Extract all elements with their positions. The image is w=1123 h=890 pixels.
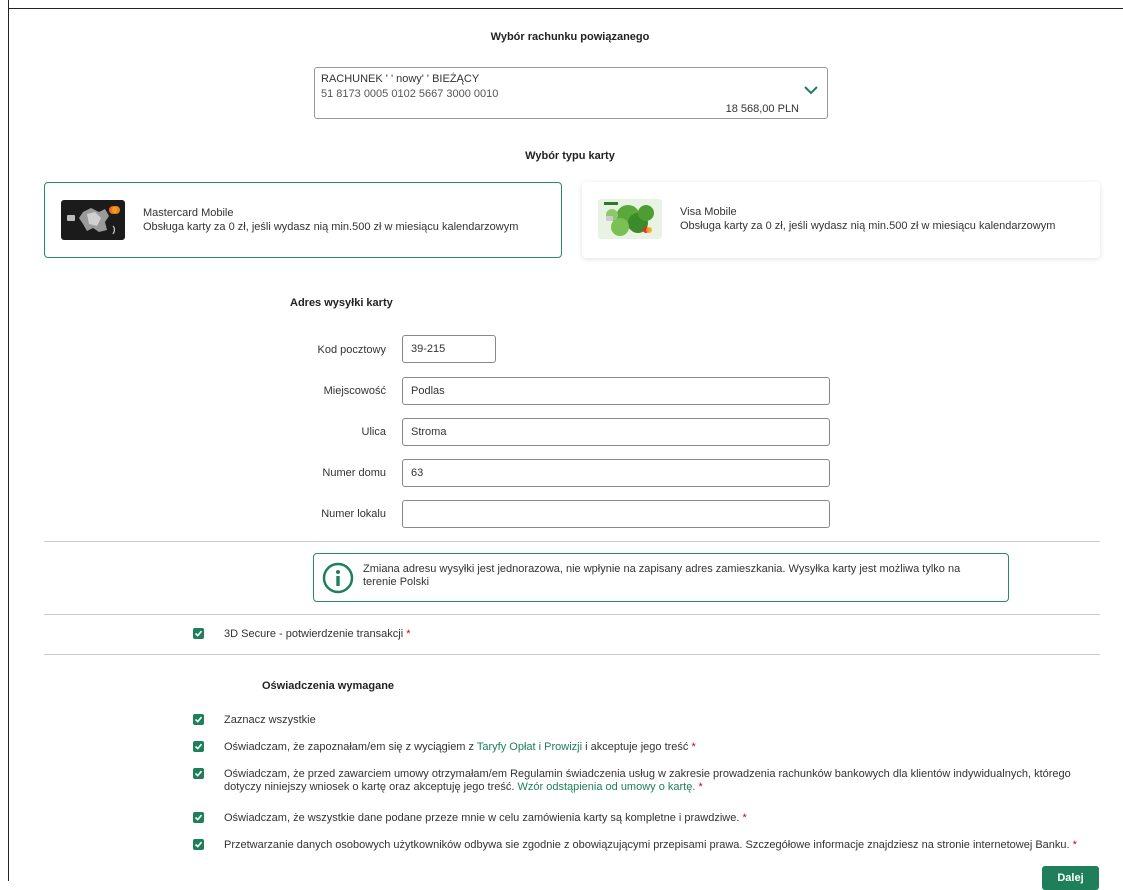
data-processing-declaration-label: Przetwarzanie danych osobowych użytkowni… xyxy=(224,839,1077,851)
address-section-title: Adres wysyłki karty xyxy=(290,297,393,309)
regulations-declaration-checkbox[interactable] xyxy=(193,768,204,779)
window-border-top xyxy=(8,8,1123,9)
withdrawal-form-link[interactable]: Wzór odstąpienia od umowy o kartę. xyxy=(517,781,695,793)
house-number-input[interactable]: 63 xyxy=(402,459,830,487)
account-section-title: Wybór rachunku powiązanego xyxy=(490,31,650,43)
city-input[interactable]: Podlas xyxy=(402,377,830,405)
data-complete-declaration-label: Oświadczam, że wszystkie dane podane prz… xyxy=(224,812,747,824)
select-all-checkbox[interactable] xyxy=(193,714,204,725)
postal-code-label: Kod pocztowy xyxy=(317,344,386,356)
card-name: Mastercard Mobile xyxy=(143,207,234,219)
tariff-declaration-label: Oświadczam, że zapoznałam/em się z wycią… xyxy=(224,741,696,753)
tariff-declaration-checkbox[interactable] xyxy=(193,741,204,752)
window-border-left xyxy=(8,0,9,881)
account-number: 51 8173 0005 0102 5667 3000 0010 xyxy=(321,88,499,100)
mastercard-card-image xyxy=(61,200,125,240)
apartment-number-input[interactable] xyxy=(402,500,830,528)
checkmark-icon xyxy=(194,770,203,777)
account-balance: 18 568,00 PLN xyxy=(725,103,799,115)
apartment-number-label: Numer lokalu xyxy=(321,508,386,520)
3d-secure-label: 3D Secure - potwierdzenie transakcji * xyxy=(224,628,411,640)
select-all-label: Zaznacz wszystkie xyxy=(224,714,316,726)
divider xyxy=(44,541,1100,542)
data-processing-declaration-checkbox[interactable] xyxy=(193,839,204,850)
card-name: Visa Mobile xyxy=(680,206,737,218)
divider xyxy=(44,654,1100,655)
checkmark-icon xyxy=(194,630,203,637)
postal-code-input[interactable]: 39-215 xyxy=(402,335,496,363)
card-option-visa[interactable]: Visa Mobile Obsługa karty za 0 zł, jeśli… xyxy=(582,182,1100,258)
3d-secure-checkbox[interactable] xyxy=(193,628,204,639)
street-label: Ulica xyxy=(361,426,386,438)
checkmark-icon xyxy=(194,743,203,750)
declarations-title: Oświadczenia wymagane xyxy=(262,680,395,692)
info-text: Zmiana adresu wysyłki jest jednorazowa, … xyxy=(363,563,961,588)
info-box: Zmiana adresu wysyłki jest jednorazowa, … xyxy=(313,553,1009,602)
account-select[interactable]: RACHUNEK ' ' nowy' ' BIEŻĄCY 51 8173 000… xyxy=(314,67,828,119)
card-description: Obsługa karty za 0 zł, jeśli wydasz nią … xyxy=(680,220,1056,232)
info-icon xyxy=(322,562,354,594)
regulations-declaration-label: Oświadczam, że przed zawarciem umowy otr… xyxy=(224,768,1071,793)
tariff-link[interactable]: Taryfy Opłat i Prowizji xyxy=(477,741,582,753)
next-button[interactable]: Dalej xyxy=(1042,866,1099,890)
card-description: Obsługa karty za 0 zł, jeśli wydasz nią … xyxy=(143,221,519,233)
checkmark-icon xyxy=(194,814,203,821)
account-name: RACHUNEK ' ' nowy' ' BIEŻĄCY xyxy=(321,73,480,85)
house-number-label: Numer domu xyxy=(322,467,386,479)
divider xyxy=(44,614,1100,615)
data-complete-declaration-checkbox[interactable] xyxy=(193,812,204,823)
street-input[interactable]: Stroma xyxy=(402,418,830,446)
checkmark-icon xyxy=(194,841,203,848)
checkmark-icon xyxy=(194,716,203,723)
visa-card-image xyxy=(598,199,662,239)
card-option-mastercard[interactable]: Mastercard Mobile Obsługa karty za 0 zł,… xyxy=(44,182,562,258)
city-label: Miejscowość xyxy=(323,385,386,397)
chevron-down-icon[interactable] xyxy=(803,84,819,96)
card-type-section-title: Wybór typu karty xyxy=(525,150,615,162)
